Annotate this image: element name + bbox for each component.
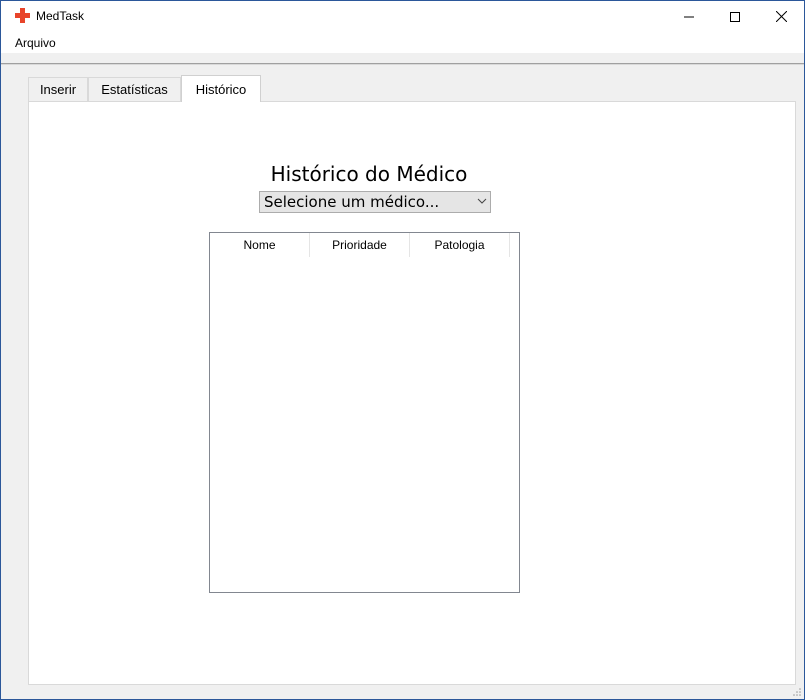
chevron-down-icon (477, 198, 487, 204)
doctor-select[interactable]: Selecione um médico... (259, 191, 491, 213)
doctor-select-value: Selecione um médico... (264, 193, 440, 211)
menu-arquivo[interactable]: Arquivo (15, 36, 56, 50)
title-bar: MedTask (1, 1, 804, 32)
tab-estatisticas[interactable]: Estatísticas (88, 77, 181, 101)
maximize-button[interactable] (712, 1, 758, 32)
menu-bar: Arquivo (1, 32, 804, 53)
maximize-icon (730, 11, 740, 22)
resize-grip-icon[interactable] (792, 687, 802, 697)
medical-cross-icon (15, 8, 30, 23)
tab-historico[interactable]: Histórico (181, 75, 261, 102)
historico-panel: Histórico do Médico Selecione um médico.… (28, 101, 796, 685)
column-header-patologia[interactable]: Patologia (410, 233, 510, 257)
column-header-prioridade[interactable]: Prioridade (310, 233, 410, 257)
close-button[interactable] (758, 1, 804, 32)
app-window: MedTask Arquivo Inserir Estatísticas His… (0, 0, 805, 700)
column-header-nome[interactable]: Nome (210, 233, 310, 257)
minimize-icon (684, 16, 694, 17)
tab-inserir[interactable]: Inserir (28, 77, 88, 101)
menu-separator (1, 53, 804, 65)
minimize-button[interactable] (666, 1, 712, 32)
history-table[interactable]: Nome Prioridade Patologia (209, 232, 520, 593)
window-title: MedTask (36, 9, 85, 23)
close-icon (775, 11, 787, 22)
page-title: Histórico do Médico (270, 162, 468, 186)
